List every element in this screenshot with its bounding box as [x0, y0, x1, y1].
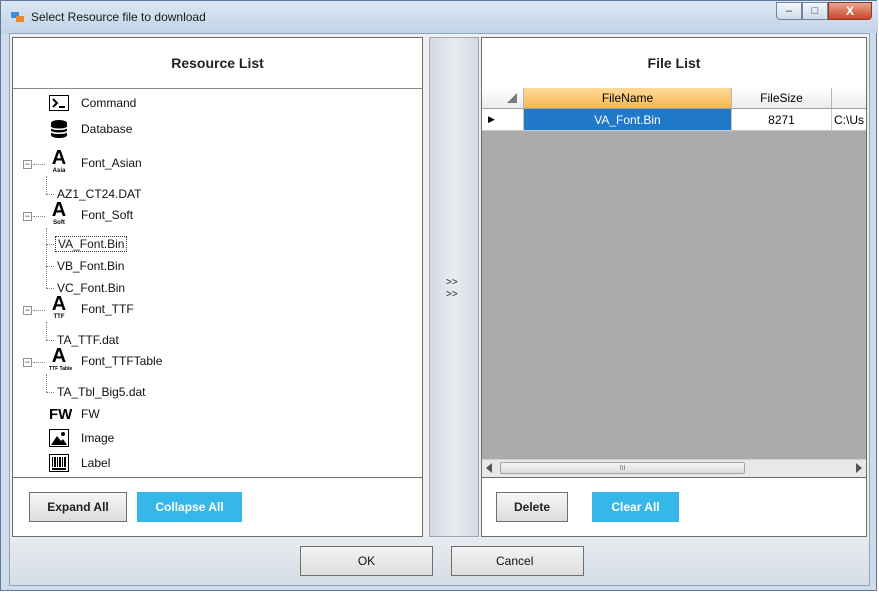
cancel-button[interactable]: Cancel — [451, 546, 584, 576]
tree-node-label: Font_TTF — [81, 302, 134, 316]
tree-node-font-soft[interactable]: A Soft Font_Soft — [49, 200, 135, 226]
close-button[interactable]: X — [828, 2, 872, 20]
expander-font-ttftable[interactable]: − — [23, 358, 32, 367]
font-ttf-icon: A TTF — [49, 294, 69, 320]
expand-all-button[interactable]: Expand All — [29, 492, 127, 522]
grid-corner[interactable] — [482, 88, 524, 109]
minimize-button[interactable]: – — [776, 2, 802, 20]
tree-node-font-ttftable[interactable]: A TTF Table Font_TTFTable — [49, 345, 164, 372]
resource-list-title: Resource List — [13, 38, 422, 89]
font-asian-icon: A Asia — [49, 148, 69, 174]
file-list-footer: Delete Clear All — [482, 478, 866, 536]
scroll-thumb[interactable]: III — [500, 462, 745, 474]
cell-filename[interactable]: VA_Font.Bin — [524, 109, 732, 131]
file-list-title: File List — [482, 38, 866, 89]
cell-path[interactable]: C:\Us — [832, 109, 866, 131]
tree-node-command[interactable]: Command — [49, 92, 138, 114]
icon-caption: TTF Table — [49, 366, 73, 372]
close-icon: X — [845, 4, 854, 18]
transfer-column[interactable]: >> >> — [429, 37, 479, 537]
transfer-arrow-top: >> — [446, 277, 458, 288]
file-list-panel: File List FileName FileSize ▶ VA_Font.Bi… — [481, 37, 867, 537]
tree-node-label: Database — [81, 122, 133, 136]
file-grid[interactable]: FileName FileSize ▶ VA_Font.Bin 8271 C:\… — [482, 88, 866, 478]
tree-node-va-font[interactable]: VA_Font.Bin — [55, 233, 128, 255]
collapse-all-button[interactable]: Collapse All — [137, 492, 242, 522]
tree-node-ta-tbl-big5[interactable]: TA_Tbl_Big5.dat — [55, 381, 148, 403]
cell-filesize[interactable]: 8271 — [732, 109, 832, 131]
barcode-label-icon — [49, 454, 69, 472]
font-soft-icon: A Soft — [49, 200, 69, 226]
tree-node-label: Font_Soft — [81, 208, 134, 222]
scroll-right-icon[interactable] — [856, 463, 862, 473]
tree-node-font-asian[interactable]: A Asia Font_Asian — [49, 148, 144, 174]
dialog-button-bar: OK Cancel — [10, 537, 869, 585]
fw-icon: FW — [49, 405, 73, 423]
expander-font-ttf[interactable]: − — [23, 306, 32, 315]
icon-caption: Asia — [52, 168, 66, 174]
select-all-corner-icon — [507, 93, 517, 103]
tree-node-label: VB_Font.Bin — [57, 259, 125, 273]
resource-tree[interactable]: Command Database − A Asia Font_Asian AZ1… — [13, 88, 422, 478]
resource-list-panel: Resource List Command Database − A Asia … — [12, 37, 423, 537]
tree-node-label: Font_TTFTable — [81, 354, 163, 368]
tree-node-label: TA_Tbl_Big5.dat — [57, 385, 146, 399]
scroll-left-icon[interactable] — [486, 463, 492, 473]
title-bar[interactable]: Select Resource file to download – □ X — [1, 1, 878, 33]
tree-node-fw[interactable]: FW FW — [49, 403, 102, 425]
column-header-filename[interactable]: FileName — [524, 88, 732, 109]
tree-node-database[interactable]: Database — [49, 118, 134, 140]
column-header-filesize[interactable]: FileSize — [732, 88, 832, 109]
command-prompt-icon — [49, 95, 69, 111]
font-ttftable-icon: A TTF Table — [49, 345, 73, 372]
maximize-button[interactable]: □ — [802, 2, 828, 20]
scroll-grip: III — [619, 464, 626, 472]
maximize-icon: □ — [811, 5, 819, 17]
tree-node-label: Label — [81, 456, 111, 470]
tree-node-label: Font_Asian — [81, 156, 142, 170]
clear-all-button[interactable]: Clear All — [592, 492, 679, 522]
tree-node-image[interactable]: Image — [49, 427, 116, 449]
app-icon — [11, 12, 24, 22]
resource-list-footer: Expand All Collapse All — [13, 478, 422, 536]
database-icon — [50, 120, 68, 138]
minimize-icon: – — [785, 5, 793, 17]
transfer-arrow-bottom: >> — [446, 289, 458, 300]
dialog-client-area: Resource List Command Database − A Asia … — [9, 33, 870, 586]
tree-node-font-ttf[interactable]: A TTF Font_TTF — [49, 294, 136, 320]
tree-node-label: VA_Font.Bin — [55, 236, 128, 252]
ok-button[interactable]: OK — [300, 546, 433, 576]
tree-node-vb-font[interactable]: VB_Font.Bin — [55, 255, 126, 277]
grid-header: FileName FileSize — [482, 88, 866, 109]
tree-node-label: Image — [81, 431, 115, 445]
table-row[interactable]: ▶ VA_Font.Bin 8271 C:\Us — [482, 109, 866, 131]
tree-node-label: AZ1_CT24.DAT — [57, 187, 142, 201]
window-title: Select Resource file to download — [31, 10, 206, 24]
tree-node-label-item[interactable]: Label — [49, 452, 112, 474]
cancel-label: Cancel — [496, 554, 534, 568]
column-header-path[interactable] — [832, 88, 866, 109]
expander-font-soft[interactable]: − — [23, 212, 32, 221]
horizontal-scrollbar[interactable]: III — [482, 459, 866, 477]
delete-button[interactable]: Delete — [496, 492, 568, 522]
expander-font-asian[interactable]: − — [23, 160, 32, 169]
image-icon — [49, 429, 69, 447]
dialog-window: Select Resource file to download – □ X R… — [0, 0, 878, 591]
window-controls: – □ X — [776, 2, 872, 20]
tree-node-label: Command — [81, 96, 137, 110]
transfer-arrows[interactable]: >> >> — [446, 277, 458, 301]
tree-node-az1-ct24[interactable]: AZ1_CT24.DAT — [55, 183, 143, 205]
tree-node-label: FW — [81, 407, 100, 421]
row-indicator-icon: ▶ — [482, 109, 524, 131]
